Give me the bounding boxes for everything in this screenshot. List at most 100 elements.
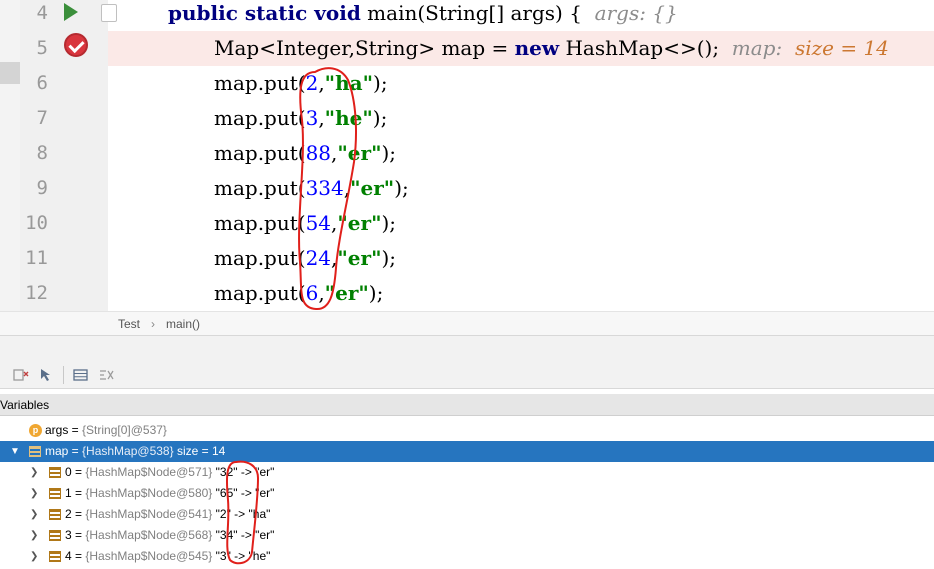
chevron-right-icon[interactable]: ❯: [30, 504, 38, 525]
step-cursor-icon[interactable]: [38, 367, 56, 383]
number-literal: 3: [305, 106, 319, 130]
variable-text: 0 = {HashMap$Node@571} "32" -> "er": [65, 462, 274, 483]
variable-name: 2: [65, 507, 72, 521]
breadcrumb: Test › main(): [0, 311, 934, 335]
run-arrow-icon[interactable]: [64, 3, 78, 21]
breadcrumb-class[interactable]: Test: [118, 317, 140, 331]
entry-key-value: "34" -> "er": [212, 528, 275, 542]
table-view-icon[interactable]: [72, 367, 90, 383]
code-text: );: [372, 106, 388, 130]
left-strip-marker: [0, 62, 20, 84]
field-icon: [49, 467, 61, 478]
equals-sign: =: [71, 486, 86, 500]
string-literal: "er": [337, 246, 382, 270]
chevron-right-icon[interactable]: ❯: [30, 546, 38, 567]
chevron-right-icon[interactable]: ❯: [30, 462, 38, 483]
variable-name: 0: [65, 465, 72, 479]
map-entry-row[interactable]: ❯ 2 = {HashMap$Node@541} "2" -> "ha": [0, 504, 934, 525]
debug-panel-header: [0, 335, 934, 361]
line-number[interactable]: 6: [20, 66, 48, 101]
line-number[interactable]: 12: [20, 276, 48, 311]
string-literal: "er": [337, 211, 382, 235]
equals-sign: =: [71, 507, 86, 521]
line-number[interactable]: 4: [20, 0, 48, 31]
line-number[interactable]: 5: [20, 31, 48, 66]
code-text: map.put(: [214, 141, 306, 165]
variable-text: map = {HashMap@538} size = 14: [45, 441, 225, 462]
variable-text: 1 = {HashMap$Node@580} "65" -> "er": [65, 483, 274, 504]
equals-sign: =: [68, 444, 83, 458]
breakpoint-check-icon[interactable]: [64, 33, 88, 57]
toolbar-separator: [63, 366, 64, 384]
code-line[interactable]: map.put(88,"er");: [214, 136, 396, 171]
variable-name: 1: [65, 486, 72, 500]
field-icon: [49, 488, 61, 499]
code-text: map.put(: [214, 176, 306, 200]
code-text: );: [381, 211, 397, 235]
code-text: map.put(: [214, 281, 306, 305]
code-line[interactable]: map.put(3,"he");: [214, 101, 387, 136]
map-entry-row[interactable]: ❯ 4 = {HashMap$Node@545} "3" -> "he": [0, 546, 934, 567]
variable-value: {HashMap$Node@541}: [85, 507, 213, 521]
inline-debug-hint: args: {}: [594, 1, 678, 25]
variable-value: {HashMap$Node@571}: [85, 465, 213, 479]
line-number[interactable]: 10: [20, 206, 48, 241]
number-literal: 334: [305, 176, 344, 200]
entry-key-value: "32" -> "er": [212, 465, 275, 479]
code-editor[interactable]: 4 public static void main(String[] args) …: [0, 0, 934, 311]
variables-tree[interactable]: p args = {String[0]@537} ▼ map = {HashMap@5…: [0, 418, 934, 569]
code-text: );: [381, 246, 397, 270]
field-icon: [49, 509, 61, 520]
fold-icon[interactable]: [101, 4, 117, 22]
variable-name: 4: [65, 549, 72, 563]
code-text: );: [381, 141, 397, 165]
equals-sign: =: [71, 528, 86, 542]
chevron-down-icon[interactable]: ▼: [10, 441, 20, 462]
variable-name: map: [45, 444, 69, 458]
equals-sign: =: [68, 423, 83, 437]
number-literal: 54: [305, 211, 332, 235]
number-literal: 24: [305, 246, 332, 270]
code-text: );: [373, 71, 388, 95]
variable-row[interactable]: ▼ map = {HashMap@538} size = 14: [0, 441, 934, 462]
map-entry-row[interactable]: ❯ 0 = {HashMap$Node@571} "32" -> "er": [0, 462, 934, 483]
line-number[interactable]: 8: [20, 136, 48, 171]
variables-panel-header: Variables: [0, 394, 934, 416]
number-literal: 88: [305, 141, 332, 165]
drop-frame-icon[interactable]: [12, 367, 30, 383]
inline-debug-hint-value: size = 14: [794, 36, 889, 60]
entry-key-value: "65" -> "er": [212, 486, 275, 500]
code-line[interactable]: public static void main(String[] args) {…: [168, 0, 678, 31]
variable-text: 3 = {HashMap$Node@568} "34" -> "er": [65, 525, 274, 546]
line-number[interactable]: 11: [20, 241, 48, 276]
parameter-icon: p: [29, 424, 42, 437]
variable-value: {HashMap$Node@545}: [85, 549, 213, 563]
variable-row[interactable]: p args = {String[0]@537}: [0, 420, 934, 441]
code-line[interactable]: map.put(24,"er");: [214, 241, 396, 276]
code-line[interactable]: map.put(2,"ha");: [214, 66, 388, 101]
field-icon: [29, 446, 41, 457]
code-line[interactable]: map.put(334,"er");: [214, 171, 409, 206]
code-line[interactable]: map.put(6,"er");: [214, 276, 383, 311]
line-number[interactable]: 7: [20, 101, 48, 136]
tree-settings-icon[interactable]: [97, 367, 115, 383]
map-entry-row[interactable]: ❯ 1 = {HashMap$Node@580} "65" -> "er": [0, 483, 934, 504]
code-text: );: [394, 176, 409, 200]
string-literal: "er": [350, 176, 395, 200]
string-literal: "ha": [324, 71, 374, 95]
keyword: new: [514, 36, 560, 60]
debug-toolbar: [0, 361, 934, 389]
chevron-right-icon[interactable]: ❯: [30, 525, 38, 546]
code-line[interactable]: Map<Integer,String> map = new HashMap<>(…: [214, 31, 889, 66]
variable-name: 3: [65, 528, 72, 542]
code-text: main(String[] args) {: [360, 1, 582, 25]
breadcrumb-separator: ›: [151, 317, 155, 331]
field-icon: [49, 530, 61, 541]
chevron-right-icon[interactable]: ❯: [30, 483, 38, 504]
breadcrumb-method[interactable]: main(): [166, 317, 200, 331]
code-line[interactable]: map.put(54,"er");: [214, 206, 396, 241]
code-text: map.put(: [214, 211, 306, 235]
line-number[interactable]: 9: [20, 171, 48, 206]
map-entry-row[interactable]: ❯ 3 = {HashMap$Node@568} "34" -> "er": [0, 525, 934, 546]
